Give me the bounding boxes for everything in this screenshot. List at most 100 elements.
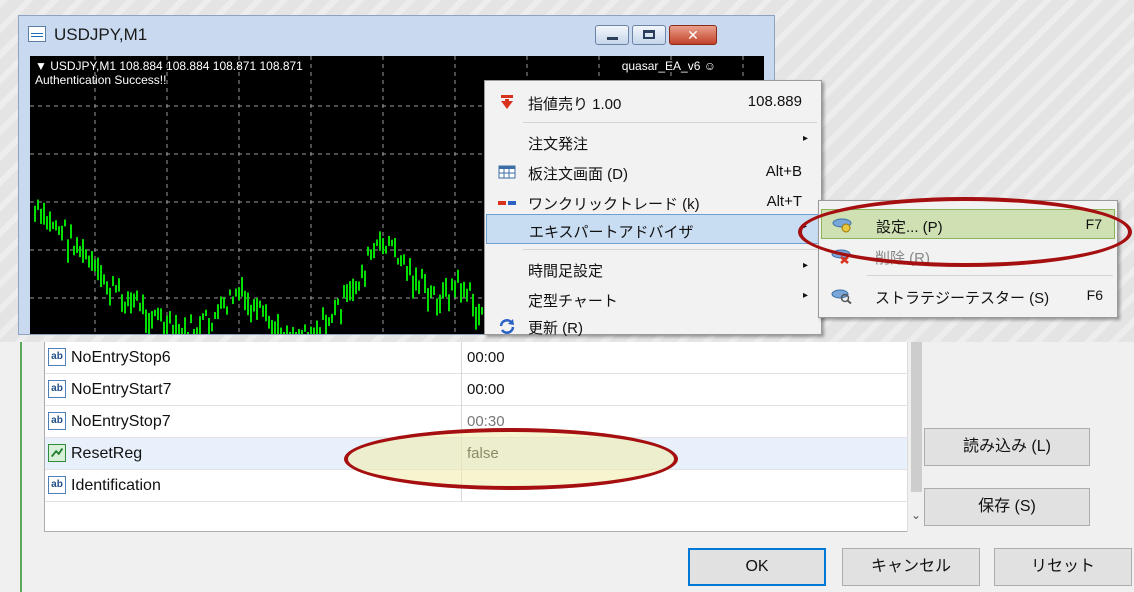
candle-bar xyxy=(151,311,153,329)
menu-separator xyxy=(523,122,817,123)
param-value[interactable]: 00:00 xyxy=(467,349,505,366)
candle-bar xyxy=(373,243,375,259)
submenu-label: ストラテジーテスター (S) xyxy=(875,290,1050,307)
reset-button[interactable]: リセット xyxy=(994,548,1132,586)
ok-button[interactable]: OK xyxy=(688,548,826,586)
menu-label: 更新 (R) xyxy=(528,320,583,337)
close-button[interactable]: ✕ xyxy=(669,25,717,45)
table-row[interactable]: ab NoEntryStart7 00:00 xyxy=(45,374,907,406)
close-icon: ✕ xyxy=(687,27,699,43)
candle-bar xyxy=(70,224,72,239)
chart-info: ▼ USDJPY,M1 108.884 108.884 108.871 108.… xyxy=(35,59,303,87)
candle-bar xyxy=(409,258,411,276)
ea-remove-icon xyxy=(831,249,851,264)
menu-shortcut: Alt+B xyxy=(765,163,802,180)
candle-bar xyxy=(472,293,474,317)
load-button[interactable]: 読み込み (L) xyxy=(924,428,1090,466)
column-divider xyxy=(461,406,462,438)
menu-shortcut: Alt+T xyxy=(766,193,802,210)
submenu-item-ea-settings[interactable]: 設定... (P) F7 xyxy=(821,209,1115,239)
candle-bar xyxy=(412,275,414,299)
candle-bar xyxy=(247,292,249,316)
candle-bar xyxy=(205,309,207,317)
menu-item-template[interactable]: 定型チャート ▸ xyxy=(486,284,820,314)
candle-bar xyxy=(229,289,231,296)
submenu-arrow-icon: ▸ xyxy=(802,260,808,271)
table-row-selected[interactable]: ResetReg false xyxy=(45,438,907,470)
table-row[interactable]: ab NoEntryStop6 00:00 xyxy=(45,342,907,374)
candle-bar xyxy=(457,269,459,283)
candle-bar xyxy=(310,326,312,334)
minimize-button[interactable] xyxy=(595,25,629,45)
save-button[interactable]: 保存 (S) xyxy=(924,488,1090,526)
candle-bar xyxy=(481,307,483,315)
candle-bar xyxy=(88,255,90,268)
candle-bar xyxy=(259,300,261,308)
menu-label: 指値売り 1.00 xyxy=(528,96,622,113)
param-value[interactable]: 00:00 xyxy=(467,381,505,398)
candle-bar xyxy=(301,329,303,334)
cancel-button[interactable]: キャンセル xyxy=(842,548,980,586)
candle-bar xyxy=(475,307,477,330)
chart-window-title: USDJPY,M1 xyxy=(54,25,148,44)
menu-item-refresh[interactable]: 更新 (R) xyxy=(486,311,820,341)
table-scrollbar[interactable]: ⌄ xyxy=(907,342,925,532)
parameter-table: ab NoEntryStop6 00:00 ab NoEntryStart7 0… xyxy=(44,342,925,532)
candle-bar xyxy=(40,208,42,224)
candle-bar xyxy=(238,287,240,301)
candle-bar xyxy=(73,245,75,256)
candle-bar xyxy=(109,287,111,306)
candle-bar xyxy=(160,308,162,322)
candle-bar xyxy=(76,237,78,254)
one-click-icon xyxy=(498,201,516,205)
submenu-shortcut: F6 xyxy=(1086,287,1103,303)
menu-item-timeframe[interactable]: 時間足設定 ▸ xyxy=(486,254,820,284)
menu-item-new-order[interactable]: 注文発注 ▸ xyxy=(486,127,820,157)
candle-bar xyxy=(202,313,204,320)
candle-bar xyxy=(235,288,237,297)
candle-bar xyxy=(139,302,141,312)
scrollbar-thumb[interactable] xyxy=(911,342,922,492)
menu-item-one-click[interactable]: ワンクリックトレード (k) Alt+T xyxy=(486,187,820,217)
submenu-item-strategy-tester[interactable]: ストラテジーテスター (S) F6 xyxy=(821,281,1115,311)
menu-item-sell-limit[interactable]: 指値売り 1.00 108.889 xyxy=(486,87,820,117)
candle-bar xyxy=(439,294,441,314)
chart-window-titlebar[interactable]: USDJPY,M1 ✕ xyxy=(19,16,774,54)
candle-bar xyxy=(436,298,438,316)
submenu-arrow-icon: ▸ xyxy=(801,221,807,232)
table-row[interactable]: ab NoEntryStop7 00:30 xyxy=(45,406,907,438)
param-value[interactable]: 00:30 xyxy=(467,413,505,430)
scroll-down-icon[interactable]: ⌄ xyxy=(911,508,921,522)
candle-bar xyxy=(460,283,462,303)
candle-bar xyxy=(226,306,228,315)
candle-bar xyxy=(283,332,285,334)
param-value[interactable]: false xyxy=(467,445,499,462)
param-name: NoEntryStop6 xyxy=(71,349,171,366)
menu-label: 時間足設定 xyxy=(528,263,604,280)
column-divider xyxy=(461,470,462,502)
maximize-button[interactable] xyxy=(632,25,666,45)
candle-bar xyxy=(346,284,348,303)
candle-bar xyxy=(274,321,276,334)
candle-bar xyxy=(112,276,114,287)
candle-bar xyxy=(130,292,132,314)
param-name: NoEntryStart7 xyxy=(71,381,172,398)
submenu-item-ea-remove[interactable]: 削除 (R) xyxy=(821,241,1115,271)
candle-bar xyxy=(169,311,171,324)
ea-parameters-dialog: ab NoEntryStop6 00:00 ab NoEntryStart7 0… xyxy=(0,342,1134,592)
candle-bar xyxy=(163,321,165,334)
candle-bar xyxy=(325,314,327,334)
menu-item-expert-advisor[interactable]: エキスパートアドバイザ ▸ xyxy=(486,214,820,244)
candle-bar xyxy=(445,277,447,297)
candle-bar xyxy=(49,211,51,232)
table-row[interactable]: ab Identification xyxy=(45,470,907,502)
candle-bar xyxy=(340,309,342,325)
candle-bar xyxy=(61,225,63,241)
menu-item-order-board[interactable]: 板注文画面 (D) Alt+B xyxy=(486,157,820,187)
candle-bar xyxy=(58,226,60,235)
candle-bar xyxy=(187,332,189,334)
candle-bar xyxy=(304,324,306,332)
submenu-label: 削除 (R) xyxy=(875,250,930,267)
candle-bar xyxy=(313,327,315,334)
refresh-icon xyxy=(499,319,515,334)
